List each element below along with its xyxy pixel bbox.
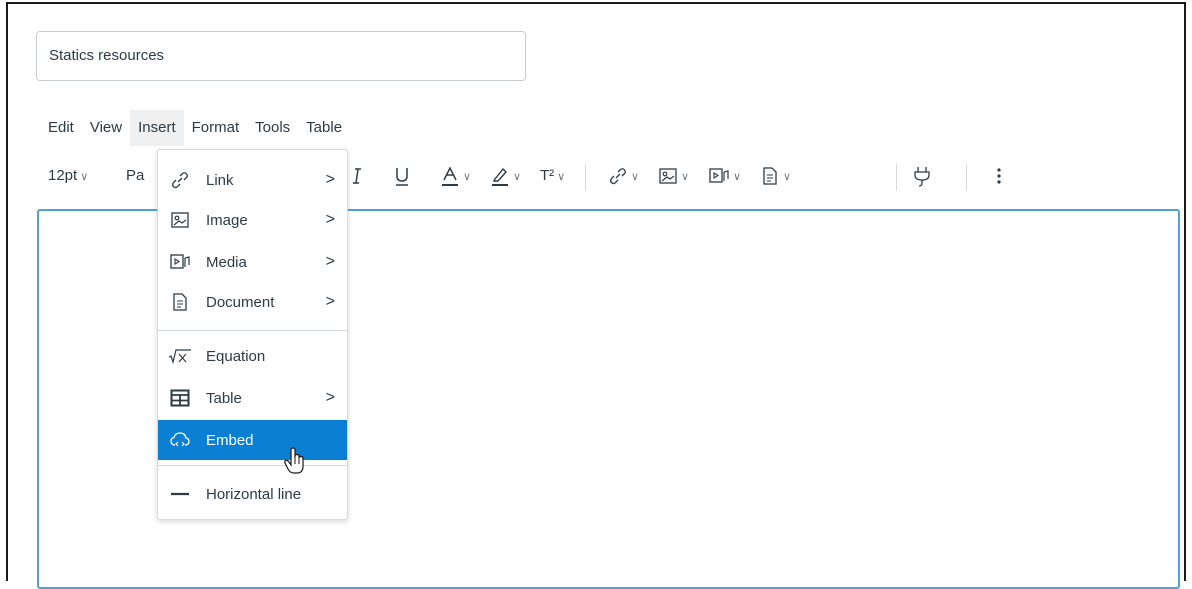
text-color-button[interactable]: ∨ (440, 156, 471, 196)
insert-media-item[interactable]: Media > (158, 242, 347, 282)
superscript-button[interactable]: T² ∨ (540, 156, 565, 196)
chevron-down-icon: ∨ (463, 171, 472, 183)
insert-menu-dropdown: Link > Image > Media > Document > Equati… (157, 149, 348, 520)
paragraph-select[interactable]: Pa (126, 156, 144, 196)
menu-insert[interactable]: Insert (130, 110, 184, 146)
insert-equation-item[interactable]: Equation (158, 336, 347, 376)
equation-icon (168, 344, 192, 368)
page-title-input[interactable]: Statics resources (36, 31, 526, 81)
insert-embed-item[interactable]: Embed (158, 420, 347, 460)
chevron-right-icon: > (325, 293, 335, 310)
underline-icon[interactable] (393, 156, 411, 196)
chevron-down-icon: ∨ (80, 171, 89, 183)
hand-pointer-cursor-icon (284, 447, 306, 480)
text-color-icon (442, 166, 458, 187)
image-icon (659, 168, 677, 184)
insert-image-item[interactable]: Image > (158, 200, 347, 240)
menu-item-label: Equation (206, 347, 266, 365)
document-button[interactable]: ∨ (760, 156, 791, 196)
document-icon (168, 290, 192, 314)
menu-item-label: Table (206, 389, 242, 407)
more-options-icon[interactable] (996, 156, 1002, 196)
media-icon (168, 250, 192, 274)
plugin-icon[interactable] (912, 156, 932, 196)
menu-edit[interactable]: Edit (40, 110, 82, 146)
menu-view[interactable]: View (82, 110, 130, 146)
menu-item-label: Document (206, 293, 275, 311)
table-icon (168, 386, 192, 410)
highlighter-icon (492, 167, 508, 187)
menu-item-label: Horizontal line (206, 485, 302, 503)
embed-icon (168, 428, 192, 452)
link-icon (168, 168, 192, 192)
menu-table[interactable]: Table (298, 110, 350, 146)
menu-divider (158, 465, 347, 466)
chevron-right-icon: > (325, 171, 335, 188)
media-icon (709, 168, 729, 183)
font-size-value: 12pt (48, 167, 78, 184)
link-button[interactable]: ∨ (608, 156, 639, 196)
toolbar-divider (585, 164, 586, 190)
media-button[interactable]: ∨ (708, 156, 741, 196)
chevron-down-icon: ∨ (733, 171, 742, 183)
font-size-select[interactable]: 12pt ∨ (48, 156, 88, 196)
chevron-right-icon: > (325, 253, 335, 270)
menu-item-label: Image (206, 211, 248, 229)
italic-icon[interactable] (350, 156, 364, 196)
chevron-down-icon: ∨ (681, 171, 690, 183)
chevron-right-icon: > (325, 389, 335, 406)
insert-table-item[interactable]: Table > (158, 378, 347, 418)
link-icon (609, 168, 627, 185)
image-icon (168, 208, 192, 232)
insert-horizontal-line-item[interactable]: Horizontal line (158, 474, 347, 514)
insert-document-item[interactable]: Document > (158, 282, 347, 322)
document-icon (763, 167, 777, 185)
chevron-down-icon: ∨ (557, 171, 566, 183)
menu-divider (158, 330, 347, 331)
highlight-color-button[interactable]: ∨ (490, 156, 521, 196)
chevron-down-icon: ∨ (783, 171, 792, 183)
chevron-down-icon: ∨ (631, 171, 640, 183)
chevron-right-icon: > (325, 211, 335, 228)
toolbar-divider (966, 164, 967, 190)
horizontal-line-icon (168, 482, 192, 506)
chevron-down-icon: ∨ (513, 171, 522, 183)
menu-item-label: Embed (206, 431, 254, 449)
menu-format[interactable]: Format (184, 110, 248, 146)
editor-menubar: Edit View Insert Format Tools Table (40, 110, 350, 146)
menu-item-label: Link (206, 171, 234, 189)
insert-link-item[interactable]: Link > (158, 160, 347, 200)
menu-item-label: Media (206, 253, 247, 271)
toolbar-divider (896, 164, 897, 190)
superscript-icon: T² (540, 167, 555, 184)
menu-tools[interactable]: Tools (247, 110, 298, 146)
image-button[interactable]: ∨ (658, 156, 689, 196)
